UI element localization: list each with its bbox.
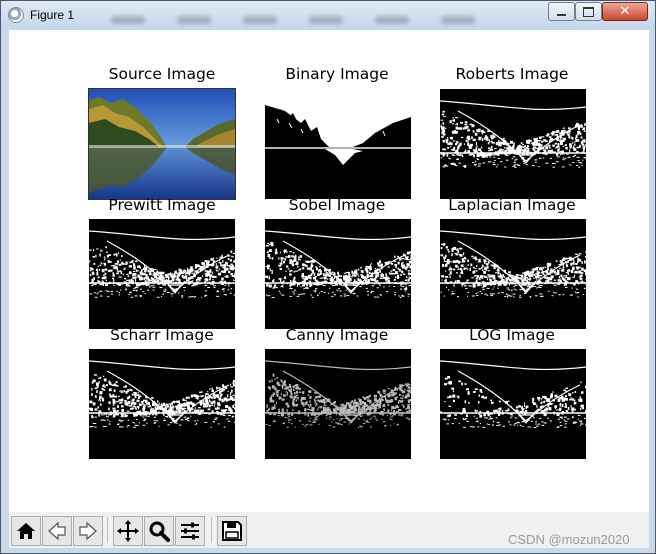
save-button[interactable] [217,516,247,546]
prewitt-image [89,219,235,329]
laplacian-image [440,219,586,329]
roberts-image [440,89,586,199]
toolbar-separator [107,517,108,543]
panel-title-log: LOG Image [469,326,555,344]
sobel-image [265,219,411,329]
minimize-button[interactable] [548,2,575,21]
close-button[interactable]: ✕ [602,2,648,21]
close-icon: ✕ [619,4,631,19]
zoom-icon [149,521,170,542]
log-image [440,349,586,459]
back-button[interactable] [42,516,72,546]
panel-title-canny: Canny Image [285,326,389,344]
panel-title-source: Source Image [108,65,216,83]
minimize-icon [557,13,566,16]
configure-subplots-icon [181,522,199,540]
zoom-button[interactable] [144,516,174,546]
maximize-icon [583,6,594,17]
panel-title-binary: Binary Image [285,65,389,83]
figure-window: Figure 1 ✕ Source Image Binary Image Rob… [0,0,656,554]
window-title: Figure 1 [30,8,75,22]
toolbar-separator [211,517,212,543]
source-image [88,88,236,200]
canny-image [265,349,411,459]
back-icon [48,521,66,541]
configure-subplots-button[interactable] [175,516,205,546]
panel-title-prewitt: Prewitt Image [108,196,216,214]
forward-icon [79,521,97,541]
title-bar[interactable]: Figure 1 ✕ [1,1,655,29]
panel-title-roberts: Roberts Image [455,65,569,83]
blurred-background-tabs [111,9,531,24]
matplotlib-app-icon [8,7,24,23]
home-button[interactable] [11,516,41,546]
maximize-button[interactable] [575,2,602,21]
figure-canvas[interactable]: Source Image Binary Image Roberts Image … [9,30,649,512]
binary-image [265,89,411,199]
panel-title-sobel: Sobel Image [288,196,386,214]
home-icon [17,523,35,539]
forward-button[interactable] [73,516,103,546]
panel-title-scharr: Scharr Image [110,326,214,344]
csdn-watermark: CSDN @mozun2020 [508,532,630,547]
scharr-image [89,349,235,459]
panel-title-laplacian: Laplacian Image [448,196,576,214]
save-icon [222,521,242,541]
pan-icon [117,520,139,542]
pan-button[interactable] [113,516,143,546]
